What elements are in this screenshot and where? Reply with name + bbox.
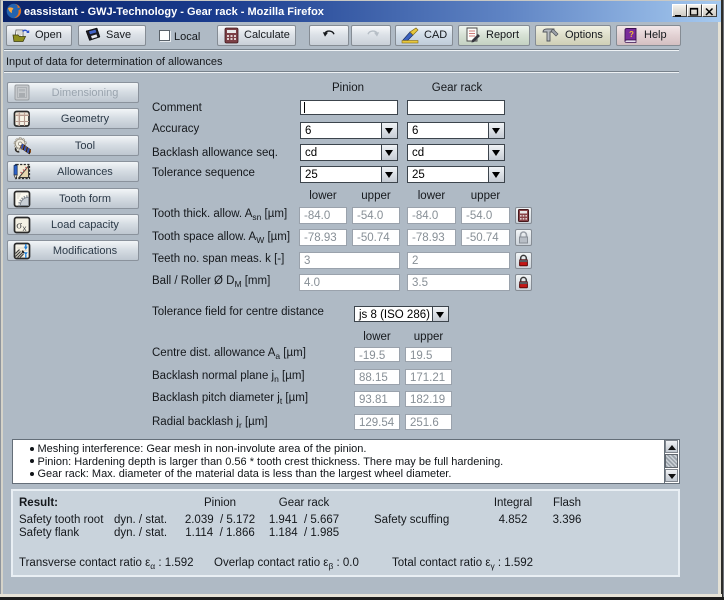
svg-text:σ: σ (16, 220, 22, 232)
svg-text:?: ? (629, 30, 634, 39)
svg-text:x: x (23, 224, 27, 233)
